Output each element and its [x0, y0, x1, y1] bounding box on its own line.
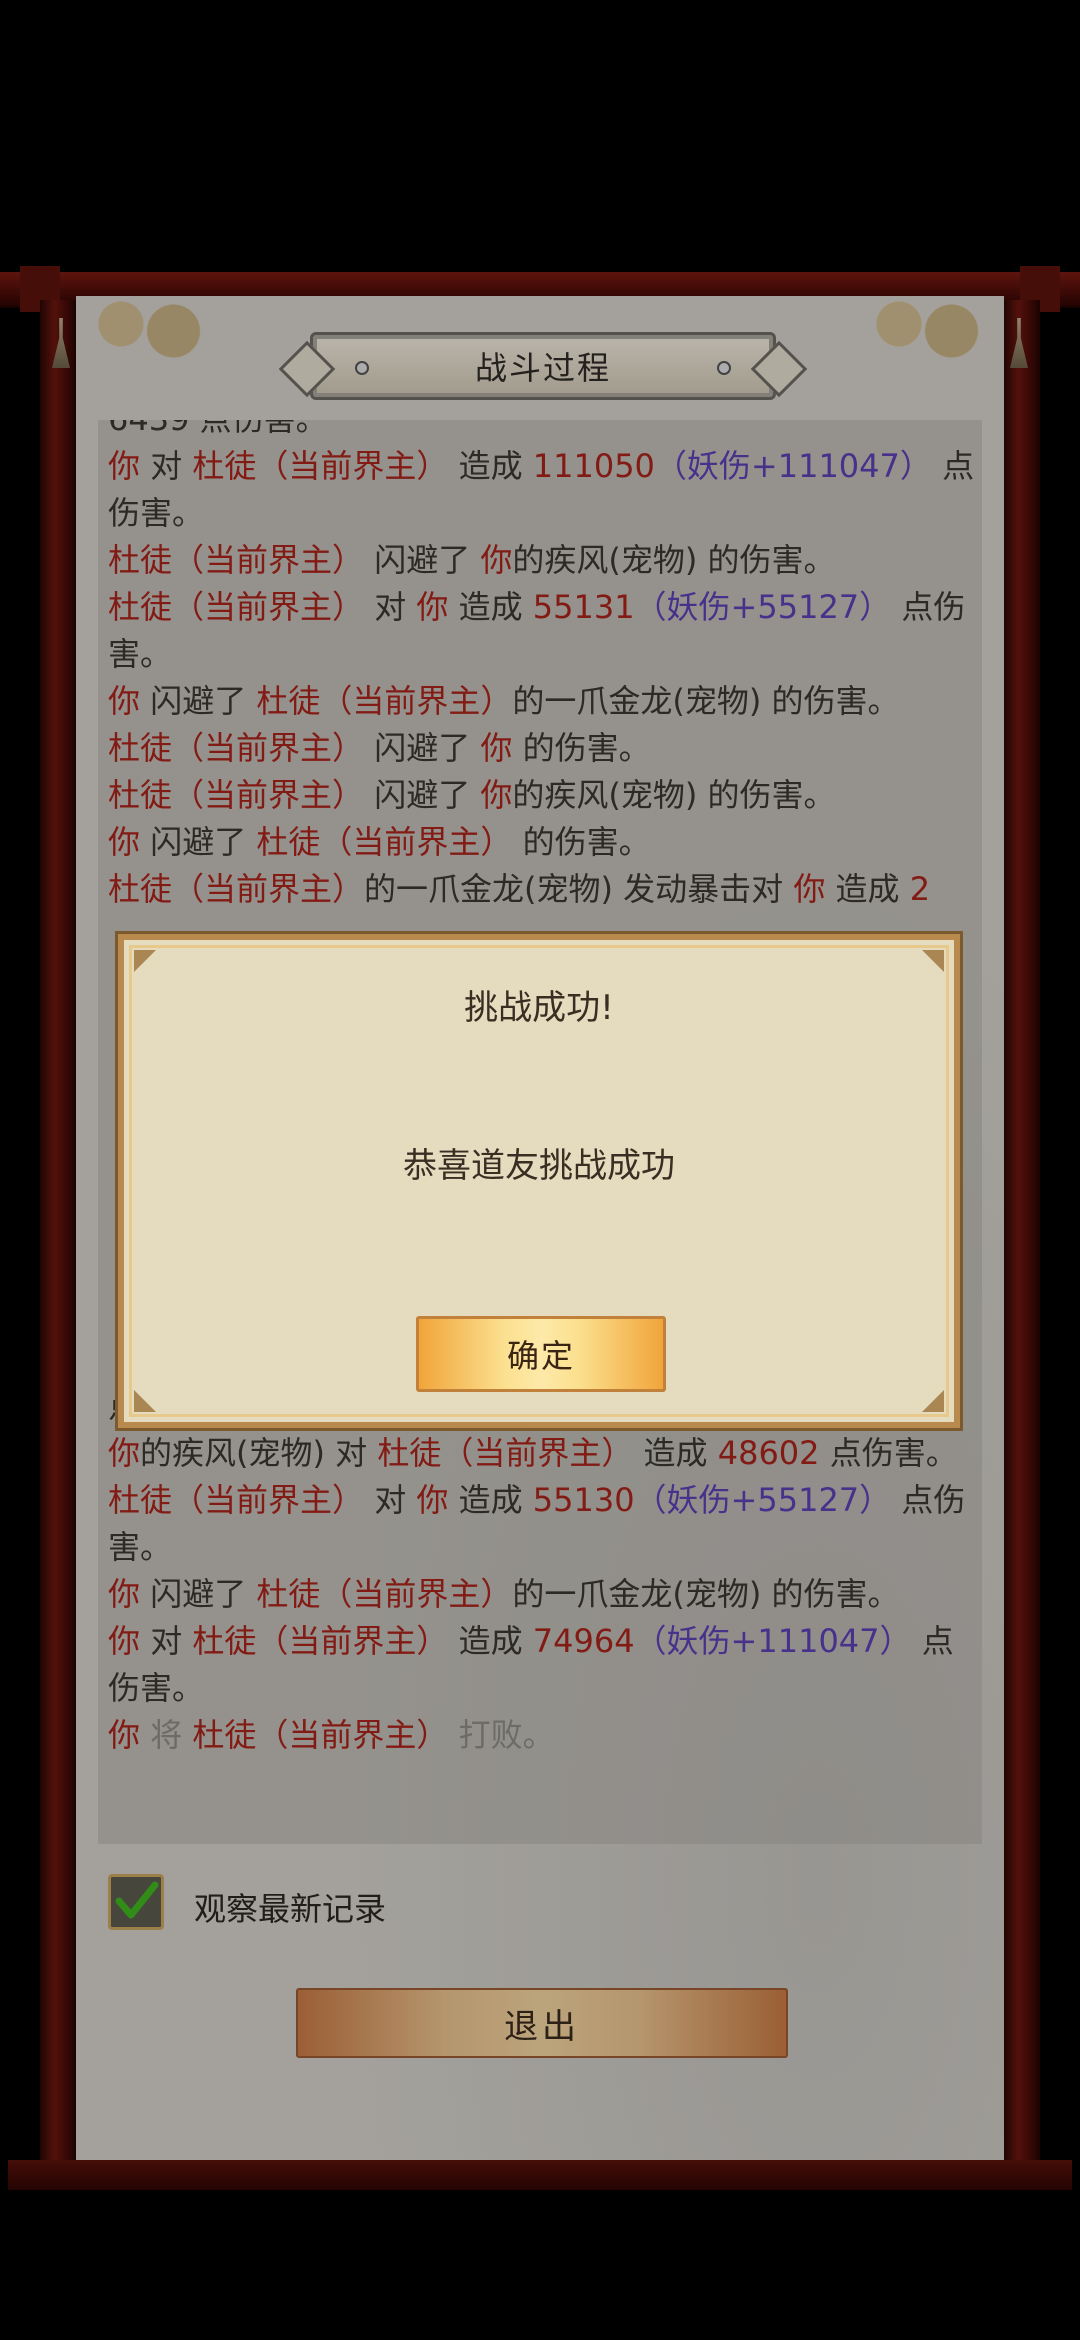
corner-ornament-icon [134, 950, 156, 972]
corner-ornament-icon [922, 950, 944, 972]
corner-ornament-icon [922, 1390, 944, 1412]
dialog-message: 恭喜道友挑战成功 [403, 1146, 675, 1186]
dialog-title: 挑战成功! [464, 988, 614, 1028]
corner-ornament-icon [134, 1390, 156, 1412]
success-dialog: 挑战成功! 恭喜道友挑战成功 确定 [118, 934, 960, 1428]
confirm-button[interactable]: 确定 [416, 1316, 666, 1392]
